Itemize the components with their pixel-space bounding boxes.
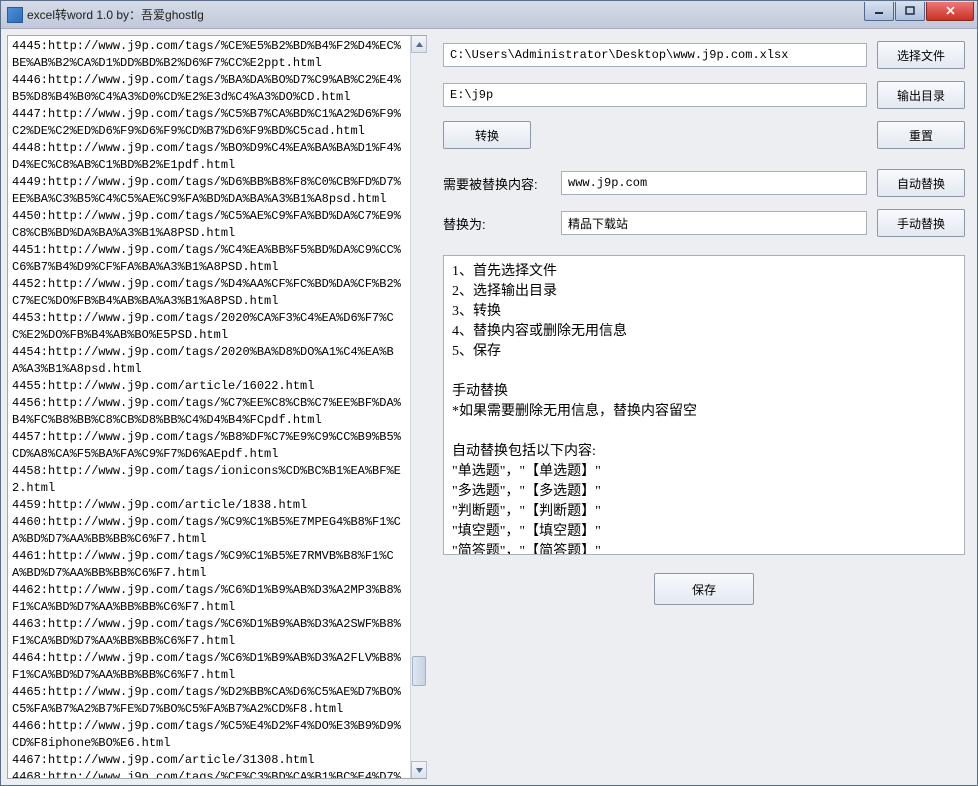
output-dir-button[interactable]: 输出目录	[877, 81, 965, 109]
row-replace-from: 需要被替换内容: 自动替换	[443, 169, 965, 197]
convert-button[interactable]: 转换	[443, 121, 531, 149]
close-button[interactable]	[926, 2, 974, 21]
row-replace-to: 替换为: 手动替换	[443, 209, 965, 237]
replace-from-input[interactable]	[561, 171, 867, 195]
app-window: excel转word 1.0 by：吾爱ghostlg 4445:http://…	[0, 0, 978, 786]
reset-button[interactable]: 重置	[877, 121, 965, 149]
row-convert: 转换 重置	[443, 121, 965, 149]
save-button[interactable]: 保存	[654, 573, 754, 605]
replace-to-label: 替换为:	[443, 214, 551, 233]
left-pane: 4445:http://www.j9p.com/tags/%CE%E5%B2%B…	[7, 35, 427, 779]
manual-replace-button[interactable]: 手动替换	[877, 209, 965, 237]
replace-from-label: 需要被替换内容:	[443, 174, 551, 193]
row-source-file: 选择文件	[443, 41, 965, 69]
output-dir-input[interactable]	[443, 83, 867, 107]
right-pane: 选择文件 输出目录 转换 重置 需要被替换内容: 自动替换 替换为: 手动替换 …	[433, 35, 971, 779]
row-output-dir: 输出目录	[443, 81, 965, 109]
scrollbar-vertical[interactable]	[410, 36, 427, 778]
minimize-button[interactable]	[864, 2, 894, 21]
content-area: 4445:http://www.j9p.com/tags/%CE%E5%B2%B…	[1, 29, 977, 785]
save-row: 保存	[443, 573, 965, 605]
choose-file-button[interactable]: 选择文件	[877, 41, 965, 69]
replace-to-input[interactable]	[561, 211, 867, 235]
url-list[interactable]: 4445:http://www.j9p.com/tags/%CE%E5%B2%B…	[8, 36, 410, 778]
scroll-up-button[interactable]	[411, 36, 427, 53]
title-bar[interactable]: excel转word 1.0 by：吾爱ghostlg	[1, 1, 977, 29]
auto-replace-button[interactable]: 自动替换	[877, 169, 965, 197]
maximize-button[interactable]	[895, 2, 925, 21]
scroll-down-button[interactable]	[411, 761, 427, 778]
window-controls	[863, 2, 974, 22]
scroll-thumb[interactable]	[412, 656, 426, 686]
source-file-input[interactable]	[443, 43, 867, 67]
window-title: excel转word 1.0 by：吾爱ghostlg	[27, 6, 863, 23]
app-icon	[7, 7, 23, 23]
help-textbox[interactable]: 1、首先选择文件 2、选择输出目录 3、转换 4、替换内容或删除无用信息 5、保…	[443, 255, 965, 555]
